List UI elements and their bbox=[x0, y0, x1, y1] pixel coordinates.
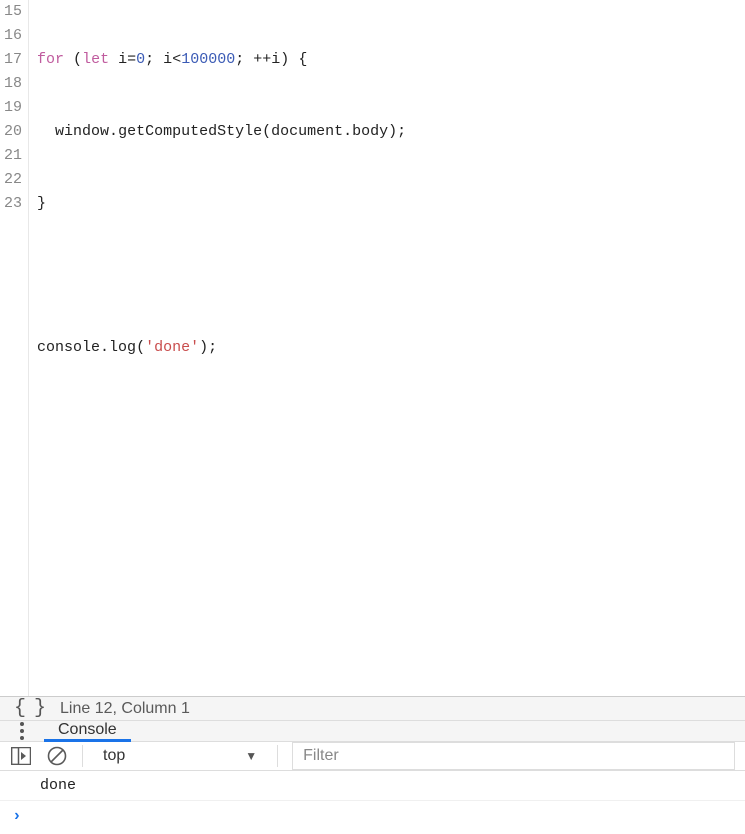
code-line: } bbox=[37, 192, 745, 216]
line-number: 18 bbox=[4, 72, 22, 96]
line-number: 19 bbox=[4, 96, 22, 120]
toolbar-separator bbox=[277, 745, 278, 767]
console-log-entry: done bbox=[0, 771, 745, 801]
line-number: 16 bbox=[4, 24, 22, 48]
tab-label: Console bbox=[58, 721, 117, 739]
code-line bbox=[37, 264, 745, 288]
line-number: 21 bbox=[4, 144, 22, 168]
code-content[interactable]: for (let i=0; i<100000; ++i) { window.ge… bbox=[29, 0, 745, 696]
code-line bbox=[37, 624, 745, 648]
code-line bbox=[37, 552, 745, 576]
tab-console[interactable]: Console bbox=[44, 722, 131, 742]
clear-console-icon[interactable] bbox=[46, 745, 68, 767]
cursor-position: Line 12, Column 1 bbox=[60, 700, 190, 718]
editor-status-bar: { } Line 12, Column 1 bbox=[0, 697, 745, 721]
line-number: 22 bbox=[4, 168, 22, 192]
line-number-gutter: 15 16 17 18 19 20 21 22 23 bbox=[0, 0, 29, 696]
drawer-tab-bar: Console bbox=[0, 721, 745, 742]
code-line: for (let i=0; i<100000; ++i) { bbox=[37, 48, 745, 72]
code-line bbox=[37, 408, 745, 432]
line-number: 17 bbox=[4, 48, 22, 72]
code-editor[interactable]: 15 16 17 18 19 20 21 22 23 for (let i=0;… bbox=[0, 0, 745, 697]
chevron-right-icon: › bbox=[12, 807, 22, 825]
console-toolbar: top ▼ bbox=[0, 742, 745, 771]
console-output[interactable]: done › bbox=[0, 771, 745, 831]
code-line: console.log('done'); bbox=[37, 336, 745, 360]
execution-context-select[interactable]: top ▼ bbox=[97, 747, 263, 765]
toolbar-separator bbox=[82, 745, 83, 767]
line-number: 20 bbox=[4, 120, 22, 144]
line-number: 15 bbox=[4, 0, 22, 24]
console-prompt[interactable]: › bbox=[0, 801, 745, 831]
code-line bbox=[37, 480, 745, 504]
braces-icon[interactable]: { } bbox=[14, 697, 44, 720]
more-menu-icon[interactable] bbox=[0, 722, 44, 740]
chevron-down-icon: ▼ bbox=[245, 749, 257, 763]
context-label: top bbox=[103, 747, 125, 765]
code-line: window.getComputedStyle(document.body); bbox=[37, 120, 745, 144]
log-text: done bbox=[40, 777, 76, 794]
line-number: 23 bbox=[4, 192, 22, 216]
toggle-sidebar-icon[interactable] bbox=[10, 745, 32, 767]
filter-input[interactable] bbox=[292, 742, 735, 770]
